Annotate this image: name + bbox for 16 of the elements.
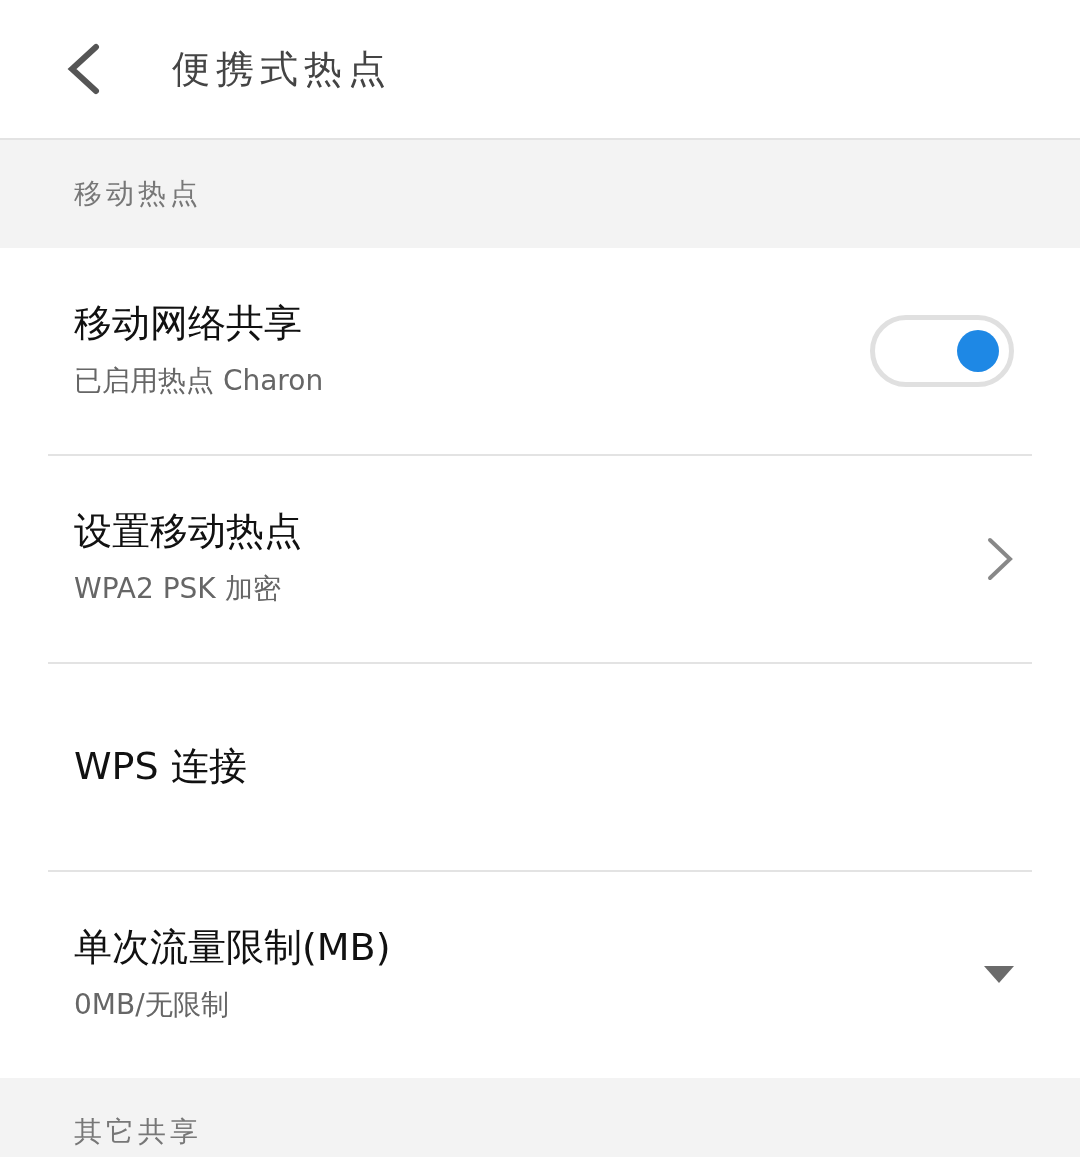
section-header: 其它共享 (74, 1114, 202, 1150)
settings-item[interactable]: 移动网络共享 已启用热点 Charon (48, 248, 870, 454)
dropdown-arrow-icon[interactable] (984, 966, 1014, 984)
item-subtitle: 0MB/无限制 (74, 986, 230, 1023)
settings-item[interactable]: 单次流量限制(MB) 0MB/无限制 (48, 872, 984, 1078)
section-header: 移动热点 (74, 176, 202, 212)
item-subtitle: 已启用热点 Charon (74, 362, 325, 399)
item-title: 移动网络共享 (74, 300, 303, 348)
item-title: 单次流量限制(MB) (74, 924, 392, 972)
chevron-right-icon (986, 537, 1014, 581)
settings-item[interactable]: WPS 连接 (48, 664, 1014, 870)
item-title: WPS 连接 (74, 743, 248, 791)
page-title: 便携式热点 (172, 45, 392, 93)
settings-item[interactable]: 设置移动热点 WPA2 PSK 加密 (48, 456, 986, 662)
item-subtitle: WPA2 PSK 加密 (74, 570, 282, 607)
item-title: 设置移动热点 (74, 508, 303, 556)
